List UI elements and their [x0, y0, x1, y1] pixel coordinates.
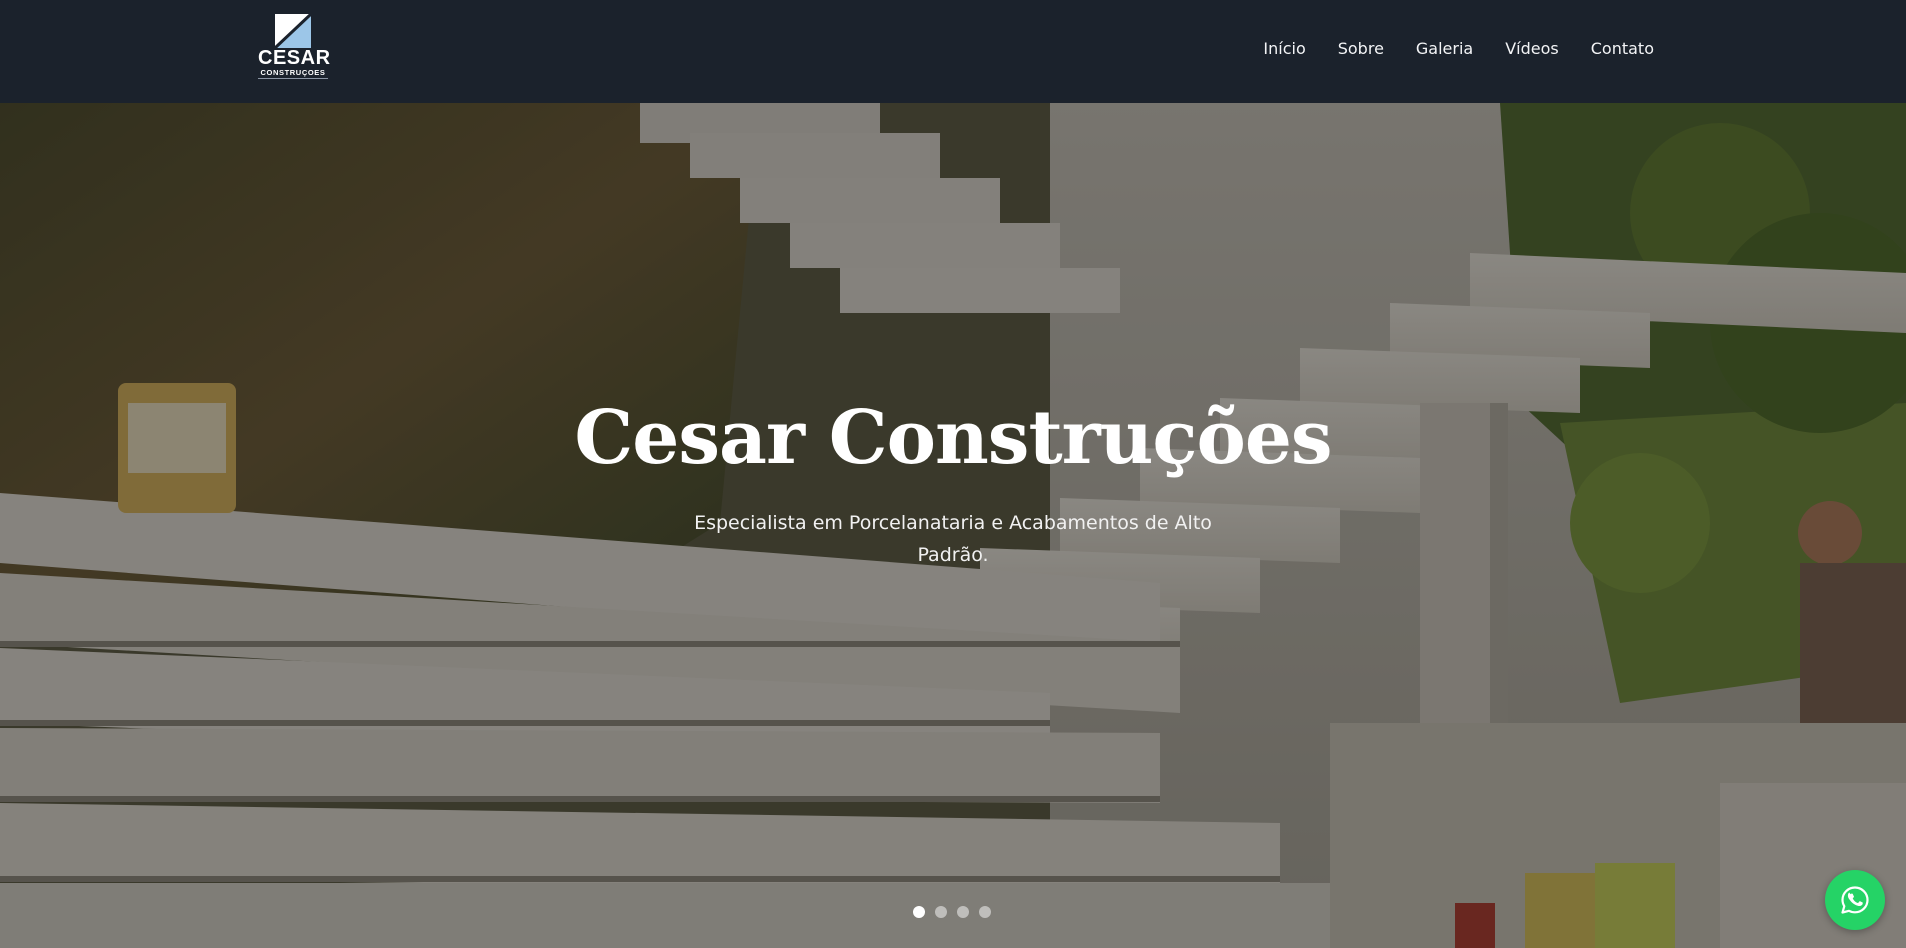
hero-title: Cesar Construções	[574, 395, 1332, 481]
main-nav: Início Sobre Galeria Vídeos Contato	[1263, 38, 1654, 60]
navbar: CESAR CONSTRUÇOES Início Sobre Galeria V…	[0, 0, 1906, 103]
hero-carousel: Cesar Construções Especialista em Porcel…	[0, 103, 1906, 948]
brand-name: CESAR	[258, 47, 331, 69]
hero-subtitle: Especialista em Porcelanataria e Acabame…	[694, 512, 1212, 566]
diagonal-square-logo-icon	[275, 14, 311, 48]
carousel-dot-3[interactable]	[957, 906, 969, 918]
carousel-dot-4[interactable]	[979, 906, 991, 918]
nav-link-sobre[interactable]: Sobre	[1338, 38, 1384, 60]
nav-link-contato[interactable]: Contato	[1591, 38, 1654, 60]
whatsapp-icon	[1841, 886, 1869, 914]
brand-logo[interactable]: CESAR CONSTRUÇOES	[258, 12, 331, 79]
nav-link-galeria[interactable]: Galeria	[1416, 38, 1473, 60]
carousel-dot-2[interactable]	[935, 906, 947, 918]
brand-subtitle: CONSTRUÇOES	[258, 68, 328, 79]
nav-link-videos[interactable]: Vídeos	[1505, 38, 1559, 60]
carousel-dot-1[interactable]	[913, 906, 925, 918]
whatsapp-button[interactable]	[1825, 870, 1885, 930]
carousel-indicators	[913, 906, 991, 918]
nav-link-inicio[interactable]: Início	[1263, 38, 1305, 60]
